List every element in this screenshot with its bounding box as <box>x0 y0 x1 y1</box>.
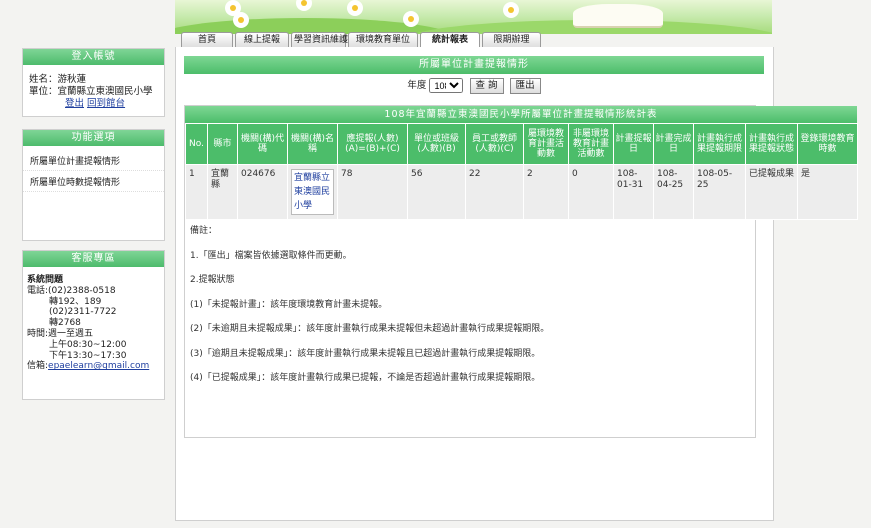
service-panel-title: 客服專區 <box>23 251 164 267</box>
col-header-no: No. <box>185 123 208 165</box>
report-box: 108年宜蘭縣立東澳國民小學所屬單位計畫提報情形統計表 No. 縣市 機關(構)… <box>184 105 858 438</box>
cell-should-report: 78 <box>337 164 408 220</box>
note-item: 1.「匯出」檔案皆依據選取條件而更動。 <box>190 250 352 261</box>
tab-env-edu-unit[interactable]: 環境教育單位 <box>348 32 418 48</box>
cell-county: 宜蘭縣 <box>207 164 238 220</box>
col-header-should-report: 應提報(人數)(A)=(B)+(C) <box>337 123 408 165</box>
user-unit: 宜蘭縣立東澳國民小學 <box>57 86 153 97</box>
col-header-county: 縣市 <box>207 123 238 165</box>
table-row: 1 宜蘭縣 024676 宜蘭縣立東澳國民小學 78 56 22 2 0 108… <box>185 164 858 220</box>
cell-non-env-activities: 0 <box>568 164 614 220</box>
note-item: (2)「未逾期且未提報成果」：該年度計畫執行成果未提報但未超過計畫執行成果提報期… <box>190 324 550 334</box>
cell-unit-count: 56 <box>407 164 466 220</box>
col-header-name: 機關(構)名稱 <box>287 123 338 165</box>
main-content: 所屬單位計畫提報情形 年度 108 查 詢 匯出 108年宜蘭縣立東澳國民小學所… <box>175 47 858 521</box>
col-header-code: 機關(構)代碼 <box>237 123 288 165</box>
statistics-table: No. 縣市 機關(構)代碼 機關(構)名稱 應提報(人數)(A)=(B)+(C… <box>185 123 858 220</box>
col-header-unit-count: 單位或班級(人數)(B) <box>407 123 466 165</box>
notes-section: 備註： 1.「匯出」檔案皆依據選取條件而更動。 2.提報狀態 (1)「未提報計畫… <box>190 226 750 398</box>
service-am: 上午08:30~12:00 <box>49 339 127 350</box>
col-header-env-activities: 屬環境教育計畫活動數 <box>523 123 569 165</box>
org-name-link[interactable]: 宜蘭縣立東澳國民小學 <box>291 169 334 215</box>
header-banner <box>175 0 772 34</box>
flower-icon <box>405 13 417 25</box>
menu-item-unit-plan-report[interactable]: 所屬單位計畫提報情形 <box>23 150 164 171</box>
cell-env-activities: 2 <box>523 164 569 220</box>
customer-service-panel: 客服專區 系統問題 電話:(02)2388-0518 轉192、189 (02)… <box>22 250 165 400</box>
note-item: (4)「已提報成果」：該年度計畫執行成果已提報，不論是否超過計畫執行成果提報期限… <box>190 373 541 383</box>
flower-icon <box>227 2 239 14</box>
cell-name: 宜蘭縣立東澳國民小學 <box>287 164 338 220</box>
mail-label: 信箱: <box>27 361 49 372</box>
filter-bar: 年度 108 查 詢 匯出 <box>184 77 764 95</box>
service-email-link[interactable]: epaelearn@gmail.com <box>48 361 149 371</box>
function-panel-title: 功能選項 <box>23 130 164 146</box>
col-header-non-env-activities: 非屬環境教育計畫活動數 <box>568 123 614 165</box>
logout-link[interactable]: 登出 <box>65 98 84 109</box>
year-select[interactable]: 108 <box>429 78 464 93</box>
flower-icon <box>235 14 247 26</box>
table-title: 108年宜蘭縣立東澳國民小學所屬單位計畫提報情形統計表 <box>185 106 857 123</box>
query-button[interactable]: 查 詢 <box>469 77 504 94</box>
name-label: 姓名： <box>29 74 58 85</box>
phone-2: (02)2311-7722 <box>49 307 117 318</box>
cell-staff-count: 22 <box>465 164 524 220</box>
export-button[interactable]: 匯出 <box>509 77 541 94</box>
phone-1: (02)2388-0518 <box>48 285 116 296</box>
service-days: 週一至週五 <box>48 328 94 339</box>
tab-deadline[interactable]: 限期辦理 <box>482 32 541 48</box>
user-name: 游秋蓮 <box>57 74 87 85</box>
unit-label: 單位： <box>29 86 58 97</box>
year-label: 年度 <box>407 80 427 91</box>
banner-book-graphic <box>573 4 663 28</box>
col-header-hours: 登錄環境教育時數 <box>797 123 858 165</box>
cell-no: 1 <box>185 164 208 220</box>
tab-home[interactable]: 首頁 <box>181 32 233 48</box>
main-nav-tabs: 首頁 線上提報 學習資訊維護 環境教育單位 統計報表 限期辦理 <box>181 32 543 49</box>
phone-label: 電話: <box>27 285 49 296</box>
flower-icon <box>505 4 517 16</box>
login-panel-title: 登入帳號 <box>23 49 164 65</box>
col-header-submit-date: 計畫提報日 <box>613 123 654 165</box>
tab-learning-info[interactable]: 學習資訊維護 <box>291 32 348 48</box>
table-header-row: No. 縣市 機關(構)代碼 機關(構)名稱 應提報(人數)(A)=(B)+(C… <box>185 123 858 165</box>
login-panel: 登入帳號 姓名：游秋蓮 單位：宜蘭縣立東澳國民小學 登出 回到館台 <box>22 48 165 117</box>
menu-item-unit-hours-report[interactable]: 所屬單位時數提報情形 <box>23 171 164 192</box>
back-to-portal-link[interactable]: 回到館台 <box>87 98 125 109</box>
notes-heading: 備註： <box>190 226 218 236</box>
phone-2-ext: 轉2768 <box>49 318 81 329</box>
col-header-finish-date: 計畫完成日 <box>653 123 694 165</box>
phone-1-ext: 轉192、189 <box>49 296 102 307</box>
cell-hours: 是 <box>797 164 858 220</box>
service-heading: 系統問題 <box>27 275 64 285</box>
cell-deadline: 108-05-25 <box>693 164 746 220</box>
col-header-status: 計畫執行成果提報狀態 <box>745 123 798 165</box>
col-header-deadline: 計畫執行成果提報期限 <box>693 123 746 165</box>
tab-online-report[interactable]: 線上提報 <box>235 32 289 48</box>
service-pm: 下午13:30~17:30 <box>49 350 127 361</box>
note-item: (3)「逾期且未提報成果」：該年度計畫執行成果未提報且已超過計畫執行成果提報期限… <box>190 348 541 359</box>
function-panel: 功能選項 所屬單位計畫提報情形 所屬單位時數提報情形 <box>22 129 165 241</box>
col-header-staff-count: 員工或教師(人數)(C) <box>465 123 524 165</box>
note-item: 2.提報狀態 <box>190 275 235 285</box>
flower-icon <box>298 0 310 9</box>
cell-code: 024676 <box>237 164 288 220</box>
cell-submit-date: 108-01-31 <box>613 164 654 220</box>
cell-status: 已提報成果 <box>745 164 798 220</box>
page-title: 所屬單位計畫提報情形 <box>184 56 764 74</box>
cell-finish-date: 108-04-25 <box>653 164 694 220</box>
time-label: 時間: <box>27 328 49 339</box>
page: 首頁 線上提報 學習資訊維護 環境教育單位 統計報表 限期辦理 登入帳號 姓名：… <box>0 0 871 528</box>
note-item: (1)「未提報計畫」：該年度環境教育計畫未提報。 <box>190 299 388 310</box>
flower-icon <box>349 2 361 14</box>
